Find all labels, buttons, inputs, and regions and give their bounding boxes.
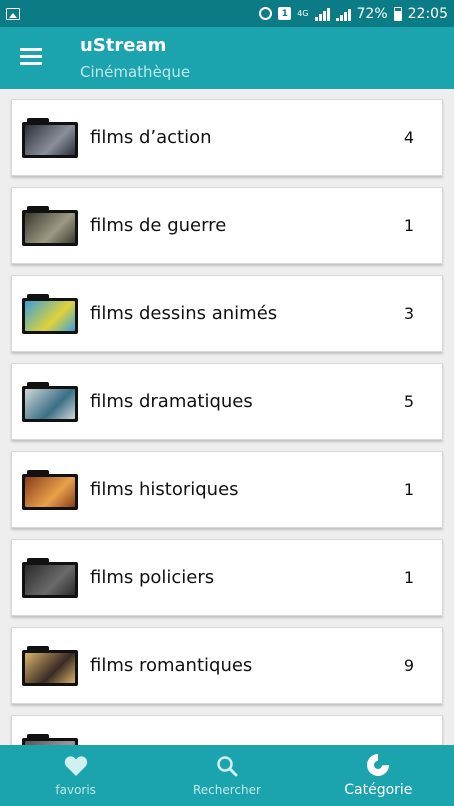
clock: 22:05	[407, 5, 448, 22]
app-title: uStream	[80, 35, 167, 56]
signal-icon	[314, 7, 330, 21]
category-thumbnail	[22, 381, 78, 422]
thumbnail-image	[25, 124, 75, 155]
category-item[interactable]: films historiques 1	[11, 451, 443, 528]
thumbnail-image	[25, 652, 75, 683]
category-count: 1	[403, 480, 414, 499]
thumbnail-image	[25, 212, 75, 243]
category-label: films d’action	[90, 127, 212, 148]
category-item[interactable]: films policiers 1	[11, 539, 443, 616]
battery-percent: 72%	[356, 5, 388, 22]
category-label: films de guerre	[90, 215, 227, 236]
nav-categorie[interactable]: Catégorie	[303, 745, 454, 806]
category-thumbnail	[22, 293, 78, 334]
category-label: films dessins animés	[90, 303, 278, 324]
category-pie-icon	[366, 753, 390, 777]
category-thumbnail	[22, 205, 78, 246]
category-thumbnail	[22, 557, 78, 598]
category-thumbnail	[22, 117, 78, 158]
category-count: 1	[403, 568, 414, 587]
category-count: 5	[403, 392, 414, 411]
alarm-icon	[259, 7, 273, 20]
nav-label-favoris: favoris	[55, 783, 96, 797]
thumbnail-image	[25, 388, 75, 419]
category-thumbnail	[22, 645, 78, 686]
app-bar: uStream Cinémathèque	[0, 27, 454, 89]
category-label: films historiques	[90, 479, 239, 500]
status-bar: 1 4G 72% 22:05	[0, 0, 454, 27]
search-icon	[216, 754, 238, 778]
category-label: films romantiques	[90, 655, 253, 676]
category-list[interactable]: films d’action 4 films de guerre 1 films…	[0, 89, 454, 745]
category-item[interactable]: films romantiques 9	[11, 627, 443, 704]
gallery-icon	[6, 7, 20, 20]
battery-icon	[393, 6, 402, 21]
hamburger-menu-icon[interactable]	[20, 48, 42, 66]
app-subtitle: Cinémathèque	[80, 63, 191, 81]
thumbnail-image	[25, 476, 75, 507]
bottom-navigation: favoris Rechercher Catégorie	[0, 745, 454, 806]
signal-icon-2	[335, 7, 351, 21]
category-label: films dramatiques	[90, 391, 253, 412]
category-count: 4	[403, 128, 414, 147]
network-type-indicator: 4G	[297, 8, 309, 18]
thumbnail-image	[25, 300, 75, 331]
nav-favoris[interactable]: favoris	[0, 745, 151, 806]
thumbnail-image	[25, 564, 75, 595]
category-item[interactable]: films dessins animés 3	[11, 275, 443, 352]
category-count: 3	[403, 304, 414, 323]
category-count: 9	[403, 656, 414, 675]
category-thumbnail	[22, 469, 78, 510]
category-item[interactable]: films dramatiques 5	[11, 363, 443, 440]
category-item[interactable]: films d’action 4	[11, 99, 443, 176]
category-count: 1	[403, 216, 414, 235]
category-item[interactable]: films de guerre 1	[11, 187, 443, 264]
nav-rechercher[interactable]: Rechercher	[151, 745, 302, 806]
heart-icon	[64, 754, 88, 778]
category-thumbnail	[22, 733, 78, 745]
nav-label-rechercher: Rechercher	[193, 783, 261, 797]
notification-badge-icon: 1	[278, 7, 292, 20]
category-item[interactable]	[11, 715, 443, 745]
category-label: films policiers	[90, 567, 215, 588]
nav-label-categorie: Catégorie	[344, 782, 413, 798]
